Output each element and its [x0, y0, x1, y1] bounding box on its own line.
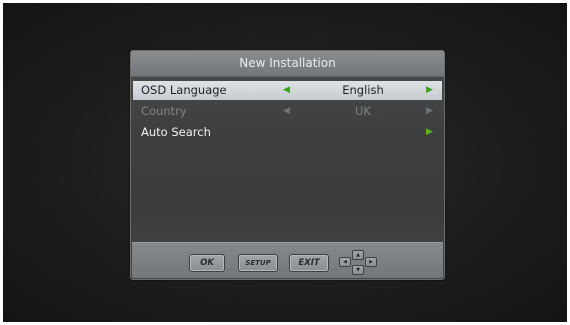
- dpad-down-icon: ▼: [352, 265, 364, 275]
- arrow-right-icon[interactable]: ▶: [426, 81, 433, 100]
- arrow-left-icon[interactable]: ◀: [283, 81, 290, 100]
- exit-key-icon: EXIT: [289, 254, 329, 272]
- menu-row-country[interactable]: Country ◀ UK ▶: [133, 102, 442, 121]
- dpad-right-icon: ▶: [365, 257, 377, 267]
- ok-key-icon: OK: [189, 254, 225, 272]
- osd-language-value: English: [342, 83, 384, 97]
- settings-menu: OSD Language ◀ English ▶ Country ◀ UK ▶ …: [133, 81, 442, 144]
- country-value: UK: [355, 104, 371, 118]
- arrow-right-icon: ▶: [426, 106, 433, 116]
- dpad-left-icon: ◀: [339, 257, 351, 267]
- setup-key-icon: SETUP: [238, 254, 278, 272]
- dpad-icon: ▲ ◀ ▶ ▼: [339, 250, 377, 275]
- remote-key-hint-bar: OK SETUP EXIT ▲ ◀ ▶ ▼: [132, 242, 443, 278]
- dialog-title: New Installation: [131, 51, 444, 77]
- menu-row-osd-language[interactable]: OSD Language ◀ English ▶: [133, 81, 442, 100]
- dpad-up-icon: ▲: [352, 250, 364, 260]
- country-label: Country: [141, 104, 187, 118]
- tv-screen: New Installation OSD Language ◀ English …: [3, 3, 567, 322]
- new-installation-dialog: New Installation OSD Language ◀ English …: [130, 50, 445, 280]
- arrow-left-icon: ◀: [283, 106, 290, 116]
- auto-search-label: Auto Search: [141, 125, 211, 139]
- menu-row-auto-search[interactable]: Auto Search ▶: [133, 123, 442, 142]
- arrow-right-icon[interactable]: ▶: [426, 123, 433, 142]
- osd-language-label: OSD Language: [141, 83, 227, 97]
